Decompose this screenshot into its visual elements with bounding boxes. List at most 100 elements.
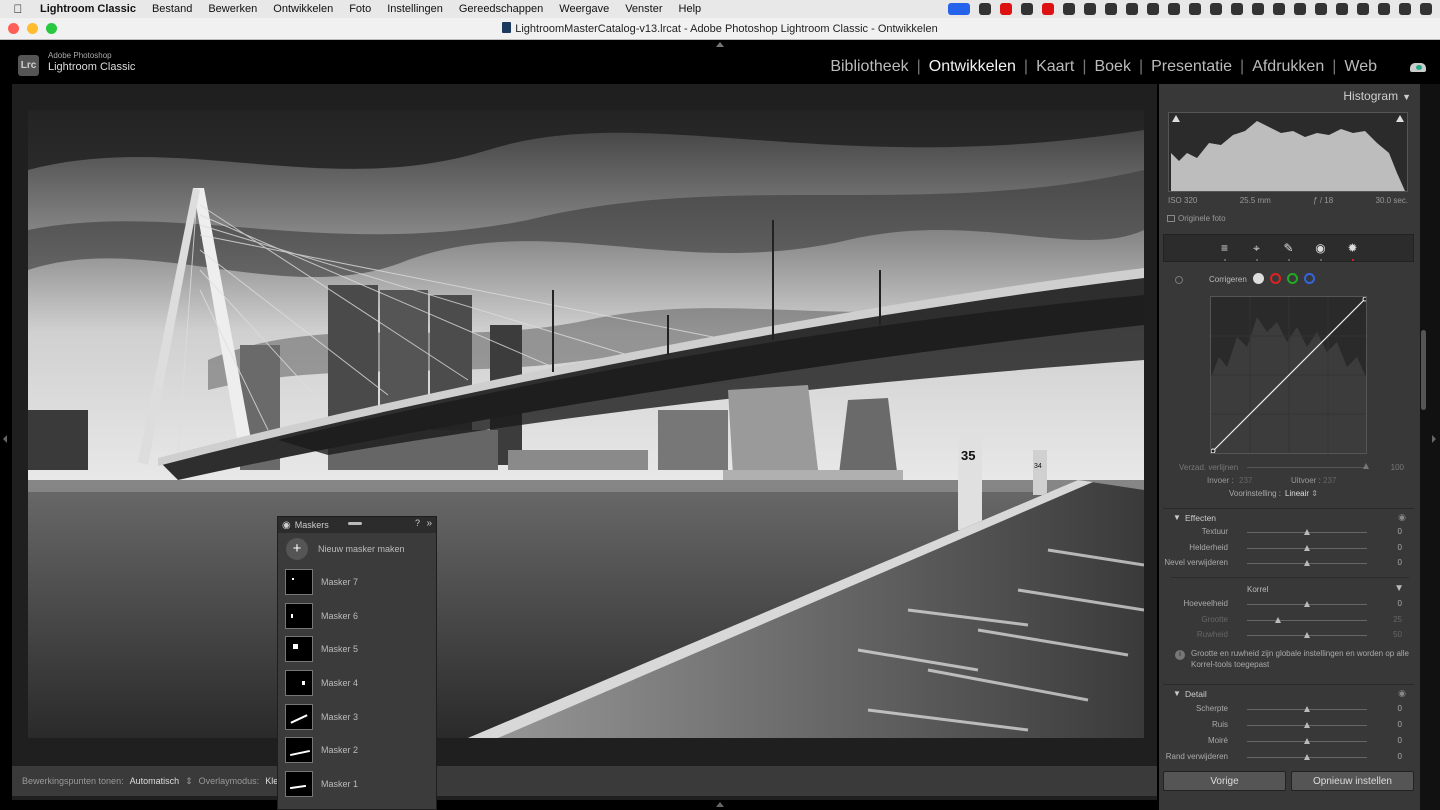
skype-icon[interactable] — [1189, 3, 1201, 15]
mask-item-2[interactable]: Masker 2 — [278, 733, 436, 767]
collapse-triangle-icon[interactable]: ▼ — [1394, 583, 1404, 594]
slider-value[interactable]: 0 — [1398, 527, 1402, 536]
photo-preview[interactable]: 35 34 — [28, 110, 1144, 738]
menu-gereedschappen[interactable]: Gereedschappen — [451, 3, 551, 15]
module-kaart[interactable]: Kaart — [1028, 58, 1082, 76]
menu-bewerken[interactable]: Bewerken — [200, 3, 265, 15]
eye-icon[interactable]: ◉ — [1398, 512, 1406, 523]
slider-thumb[interactable] — [1304, 706, 1310, 712]
eye-icon[interactable]: ◉ — [282, 520, 291, 531]
histogram[interactable] — [1168, 112, 1408, 192]
saturation-thumb[interactable] — [1363, 463, 1369, 469]
pins-dropdown[interactable]: Automatisch — [130, 776, 180, 786]
eye-icon[interactable]: ◉ — [1398, 688, 1406, 699]
masking-icon[interactable]: ✹ — [1344, 240, 1362, 261]
slider-thumb[interactable] — [1275, 617, 1281, 623]
masks-panel-header[interactable]: ◉ Maskers ? » — [278, 517, 436, 533]
bluetooth-icon[interactable] — [1105, 3, 1117, 15]
more-icon[interactable] — [1357, 3, 1369, 15]
channel-red-button[interactable] — [1270, 273, 1281, 284]
mask-item-1[interactable]: Masker 1 — [278, 767, 436, 801]
previous-button[interactable]: Vorige — [1163, 771, 1286, 791]
top-panel-toggle-icon[interactable] — [716, 42, 724, 47]
right-panel-scrollbar[interactable] — [1420, 84, 1440, 810]
slider-moire[interactable]: Moiré 0 — [1163, 734, 1414, 748]
spotlight-search-icon[interactable] — [1336, 3, 1348, 15]
globe-icon[interactable] — [1147, 3, 1159, 15]
expand-triangle-icon[interactable]: ▼ — [1173, 513, 1181, 522]
channel-rgb-button[interactable] — [1253, 273, 1264, 284]
mask-item-3[interactable]: Masker 3 — [278, 700, 436, 734]
module-afdrukken[interactable]: Afdrukken — [1244, 58, 1332, 76]
red-eye-icon[interactable]: ◉ — [1312, 240, 1330, 261]
slider-grootte[interactable]: Grootte 25 — [1163, 613, 1414, 627]
tone-curve-graph[interactable] — [1210, 296, 1368, 454]
module-bibliotheek[interactable]: Bibliotheek — [822, 58, 916, 76]
siri-icon[interactable] — [1399, 3, 1411, 15]
left-panel-toggle-icon[interactable] — [3, 435, 7, 443]
slider-ruis[interactable]: Ruis 0 — [1163, 718, 1414, 732]
slider-thumb[interactable] — [1304, 545, 1310, 551]
preset-dropdown[interactable]: Lineair — [1285, 489, 1309, 498]
slider-value[interactable]: 0 — [1398, 704, 1402, 713]
collapse-triangle-icon[interactable]: ▼ — [1402, 92, 1411, 102]
histogram-header[interactable]: Histogram ▼ — [1343, 89, 1411, 103]
time-machine-icon[interactable] — [1252, 3, 1264, 15]
slider-rand-verwijderen[interactable]: Rand verwijderen 0 — [1163, 750, 1414, 764]
pins-chevron-icon[interactable]: ⇕ — [185, 776, 193, 787]
saturation-track[interactable] — [1247, 467, 1367, 468]
bottom-panel-toggle-icon[interactable] — [716, 802, 724, 807]
slider-ruwheid[interactable]: Ruwheid 50 — [1163, 628, 1414, 642]
section-effects-header[interactable]: ▼ Effecten ◉ — [1163, 508, 1414, 526]
module-ontwikkelen[interactable]: Ontwikkelen — [921, 58, 1024, 76]
expand-triangle-icon[interactable]: ▼ — [1173, 689, 1181, 698]
healing-icon[interactable]: ✎ — [1280, 240, 1298, 261]
grain-subheader[interactable]: Korrel ▼ — [1163, 583, 1414, 597]
slider-thumb[interactable] — [1304, 722, 1310, 728]
edit-sliders-icon[interactable]: ≡ — [1216, 240, 1234, 261]
highlight-clipping-icon[interactable] — [1396, 115, 1404, 122]
cloud-sync-icon[interactable] — [1410, 63, 1426, 72]
keyboard-icon[interactable] — [1315, 3, 1327, 15]
help-icon[interactable]: ? — [415, 518, 420, 528]
menu-weergave[interactable]: Weergave — [551, 3, 617, 15]
sync-icon[interactable] — [1021, 3, 1033, 15]
vpn-icon[interactable] — [1231, 3, 1243, 15]
panel-drag-handle[interactable] — [348, 522, 362, 525]
slider-nevel-verwijderen[interactable]: Nevel verwijderen 0 — [1163, 556, 1414, 570]
mask-item-7[interactable]: Masker 7 — [278, 565, 436, 599]
menu-bestand[interactable]: Bestand — [144, 3, 200, 15]
slider-value[interactable]: 0 — [1398, 543, 1402, 552]
menu-venster[interactable]: Venster — [617, 3, 670, 15]
new-mask-button[interactable]: + Nieuw masker maken — [278, 533, 436, 565]
original-photo-checkbox[interactable] — [1167, 215, 1175, 222]
slider-value[interactable]: 50 — [1393, 630, 1402, 639]
user-icon[interactable] — [1063, 3, 1075, 15]
menu-instellingen[interactable]: Instellingen — [379, 3, 451, 15]
drop-icon[interactable] — [1210, 3, 1222, 15]
slider-track[interactable] — [1247, 620, 1367, 621]
module-web[interactable]: Web — [1336, 58, 1385, 76]
channel-blue-button[interactable] — [1304, 273, 1315, 284]
slider-thumb[interactable] — [1304, 754, 1310, 760]
module-boek[interactable]: Boek — [1086, 58, 1138, 76]
moon-icon[interactable] — [1168, 3, 1180, 15]
shadow-clipping-icon[interactable] — [1172, 115, 1180, 122]
mask-item-6[interactable]: Masker 6 — [278, 599, 436, 633]
collapse-panel-icon[interactable]: » — [426, 518, 432, 529]
mask-item-4[interactable]: Masker 4 — [278, 666, 436, 700]
slider-value[interactable]: 25 — [1393, 615, 1402, 624]
apple-menu-icon[interactable]:  — [0, 2, 36, 16]
section-detail-header[interactable]: ▼ Detail ◉ — [1163, 684, 1414, 702]
scrollbar-thumb[interactable] — [1421, 330, 1426, 410]
slider-thumb[interactable] — [1304, 529, 1310, 535]
display-icon[interactable] — [1294, 3, 1306, 15]
slider-value[interactable]: 0 — [1398, 599, 1402, 608]
slider-thumb[interactable] — [1304, 738, 1310, 744]
crop-icon[interactable]: ⌖ — [1248, 240, 1266, 261]
point-curve-toggle-icon[interactable] — [1175, 276, 1183, 284]
preset-chevron-icon[interactable]: ⇕ — [1309, 489, 1318, 498]
reset-button[interactable]: Opnieuw instellen — [1291, 771, 1414, 791]
pdf-icon[interactable] — [1042, 3, 1054, 15]
menu-help[interactable]: Help — [671, 3, 710, 15]
